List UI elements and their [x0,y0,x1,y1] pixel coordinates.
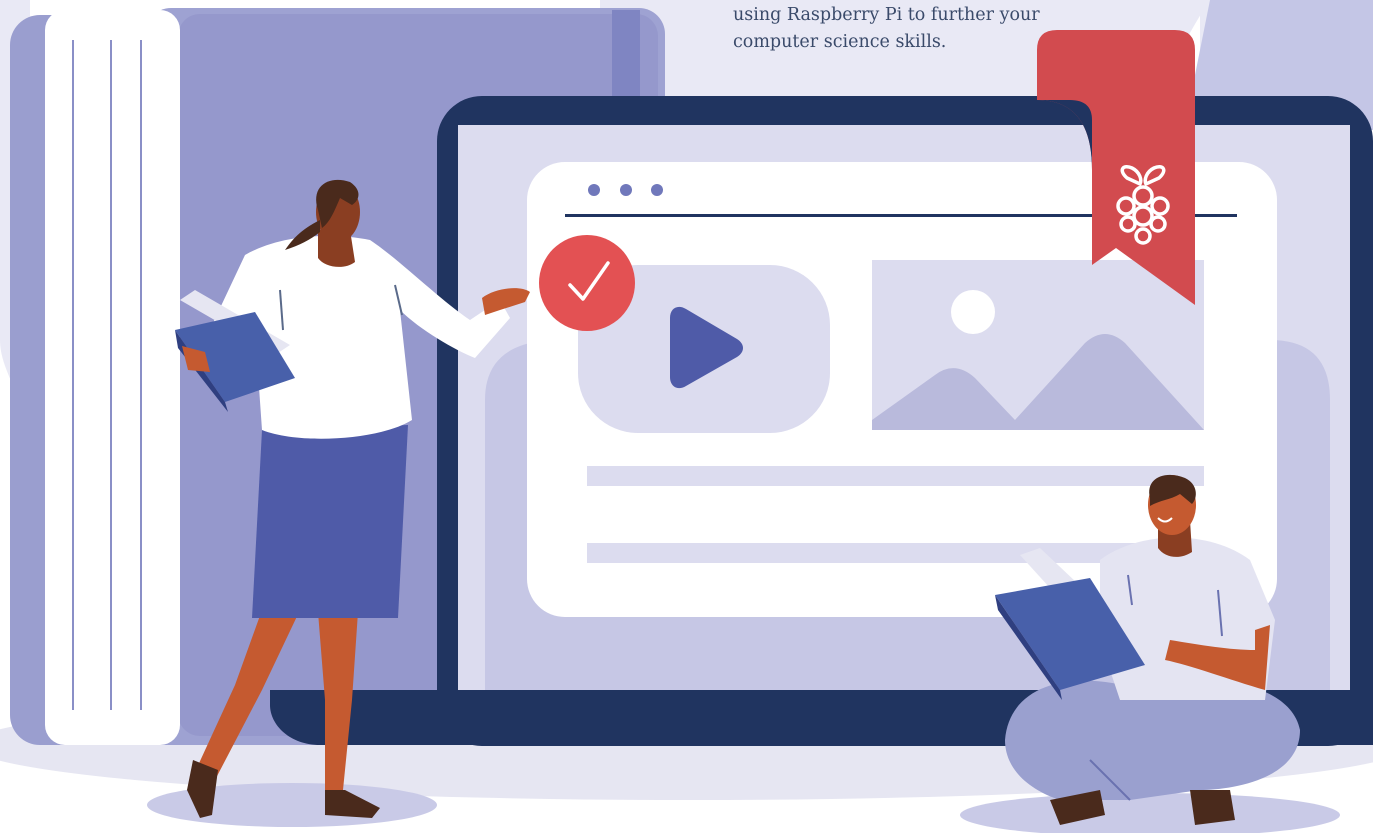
hero-illustration [0,0,1373,833]
caption-line-2: computer science skills. [733,32,947,52]
image-placeholder-icon [872,260,1204,430]
text-line-placeholder [587,466,1204,486]
checkmark-badge [539,235,635,331]
caption-line-1: using Raspberry Pi to further your [733,5,1040,25]
hero-caption: using Raspberry Pi to further your compu… [733,2,1153,56]
